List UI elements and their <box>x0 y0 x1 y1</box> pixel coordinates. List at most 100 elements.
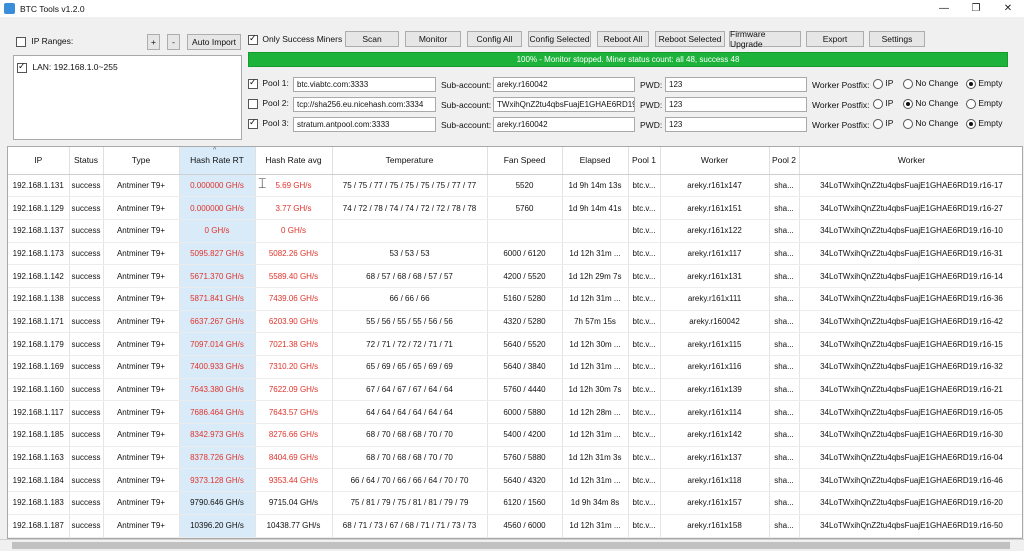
pool-3-postfix-nochange[interactable]: No Change <box>903 118 958 129</box>
table-row[interactable]: 192.168.1.179 success Antminer T9+ 7097.014… <box>8 332 1022 356</box>
col-worker2[interactable]: Worker <box>799 147 1022 175</box>
only-success-wrap[interactable]: Only Success Miners <box>248 33 342 45</box>
col-ip[interactable]: IP <box>8 147 70 175</box>
only-success-checkbox[interactable] <box>248 33 258 45</box>
table-cell: success <box>69 355 104 379</box>
table-row[interactable]: 192.168.1.131 success Antminer T9+ 0.000000… <box>8 174 1022 198</box>
horizontal-scrollbar[interactable] <box>0 539 1024 551</box>
table-cell: 34LoTWxihQnZ2tu4qbsFuajE1GHAE6RD19.r16-4… <box>799 310 1022 334</box>
pool-3-postfix-ip[interactable]: IP <box>873 118 893 129</box>
reboot-selected-button[interactable]: Reboot Selected <box>655 31 725 47</box>
range-item[interactable]: LAN: 192.168.1.0~255 <box>14 56 241 79</box>
pool-2-postfix-ip[interactable]: IP <box>873 98 893 109</box>
add-range-button[interactable]: + <box>147 34 160 50</box>
col-hashrate-rt[interactable]: Hash Rate RT <box>179 147 256 175</box>
pool-3-pwd-input[interactable]: 123 <box>665 117 807 132</box>
table-cell: 0.000000 GH/s <box>179 196 256 220</box>
col-pool1[interactable]: Pool 1 <box>628 147 661 175</box>
pool-3-url-input[interactable]: stratum.antpool.com:3333 <box>293 117 436 132</box>
pool-1-postfix-nochange[interactable]: No Change <box>903 78 958 89</box>
table-row[interactable]: 192.168.1.184 success Antminer T9+ 9373.128… <box>8 468 1022 493</box>
table-cell: 1d 12h 31m ... <box>562 242 629 266</box>
reboot-all-button[interactable]: Reboot All <box>597 31 649 47</box>
table-cell: sha... <box>769 378 800 402</box>
table-cell: sha... <box>769 196 800 220</box>
pool-1-url-input[interactable]: btc.viabtc.com:3333 <box>293 77 436 92</box>
pool-1-checkbox-wrap[interactable]: Pool 1: <box>248 77 289 89</box>
pool-3-checkbox[interactable] <box>248 117 258 129</box>
minimize-icon[interactable]: — <box>928 0 960 17</box>
firmware-upgrade-button[interactable]: Firmware Upgrade <box>729 29 801 49</box>
close-icon[interactable]: ✕ <box>992 0 1024 17</box>
table-cell: areky.r160042 <box>660 310 770 334</box>
pool-1-postfix-ip[interactable]: IP <box>873 78 893 89</box>
table-row[interactable]: 192.168.1.163 success Antminer T9+ 8378.726… <box>8 446 1022 470</box>
col-status[interactable]: Status <box>69 147 104 175</box>
table-row[interactable]: 192.168.1.185 success Antminer T9+ 8342.973… <box>8 423 1022 447</box>
table-cell: 192.168.1.117 <box>8 400 70 425</box>
table-cell: 6637.267 GH/s <box>179 310 256 334</box>
table-cell: sha... <box>769 491 800 515</box>
table-cell: 192.168.1.138 <box>8 287 70 311</box>
table-row[interactable]: 192.168.1.169 success Antminer T9+ 7400.933… <box>8 355 1022 379</box>
pool-2-postfix-empty[interactable]: Empty <box>966 98 1002 109</box>
col-worker1[interactable]: Worker <box>660 147 770 175</box>
table-row[interactable]: 192.168.1.117 success Antminer T9+ 7686.464… <box>8 400 1022 425</box>
remove-range-button[interactable]: - <box>167 34 180 50</box>
table-cell: 55 / 56 / 55 / 55 / 56 / 56 <box>332 310 488 334</box>
col-elapsed[interactable]: Elapsed <box>562 147 629 175</box>
table-row[interactable]: 192.168.1.187 success Antminer T9+ 10396.20… <box>8 514 1022 538</box>
table-row[interactable]: 192.168.1.171 success Antminer T9+ 6637.267… <box>8 310 1022 334</box>
pool-2-pwd-input[interactable]: 123 <box>665 97 807 112</box>
col-type[interactable]: Type <box>103 147 180 175</box>
table-cell: 7439.06 GH/s <box>255 287 333 311</box>
pool-1-sub-input[interactable]: areky.r160042 <box>493 77 635 92</box>
pool-3-postfix-empty[interactable]: Empty <box>966 118 1002 129</box>
settings-button[interactable]: Settings <box>869 31 925 47</box>
table-row[interactable]: 192.168.1.183 success Antminer T9+ 9790.646… <box>8 491 1022 515</box>
col-temperature[interactable]: Temperature <box>332 147 488 175</box>
export-button[interactable]: Export <box>806 31 864 47</box>
table-row[interactable]: 192.168.1.138 success Antminer T9+ 5871.841… <box>8 287 1022 311</box>
horizontal-scroll-thumb[interactable] <box>12 542 1010 549</box>
pool-2-url-input[interactable]: tcp://sha256.eu.nicehash.com:3334 <box>293 97 436 112</box>
table-row[interactable]: 192.168.1.160 success Antminer T9+ 7643.380… <box>8 378 1022 402</box>
ip-ranges-checkbox-wrap[interactable]: IP Ranges: <box>16 36 73 47</box>
table-cell: Antminer T9+ <box>103 242 180 266</box>
col-fan-speed[interactable]: Fan Speed <box>487 147 563 175</box>
ip-range-list[interactable]: LAN: 192.168.1.0~255 <box>13 55 242 140</box>
table-cell: 68 / 71 / 73 / 67 / 68 / 71 / 71 / 73 / … <box>332 514 488 538</box>
pool-1-checkbox[interactable] <box>248 77 258 89</box>
table-cell: areky.r161x122 <box>660 219 770 243</box>
pool-2-postfix-nochange[interactable]: No Change <box>903 98 958 109</box>
pool-2-checkbox-wrap[interactable]: Pool 2: <box>248 98 289 109</box>
pool-2-checkbox[interactable] <box>248 98 258 109</box>
miner-table[interactable]: IP Status Type Hash Rate RT Hash Rate av… <box>7 146 1023 539</box>
col-pool2[interactable]: Pool 2 <box>769 147 800 175</box>
ip-ranges-checkbox[interactable] <box>16 36 26 47</box>
restore-icon[interactable]: ❐ <box>960 0 992 17</box>
pool-2-sub-input[interactable]: TWxihQnZ2tu4qbsFuajE1GHAE6RD19 <box>493 97 635 112</box>
scan-button[interactable]: Scan <box>345 31 399 47</box>
table-cell: btc.v... <box>628 491 661 515</box>
col-hashrate-avg[interactable]: Hash Rate avg <box>255 147 333 175</box>
pool-1-pwd-input[interactable]: 123 <box>665 77 807 92</box>
pool-3-checkbox-wrap[interactable]: Pool 3: <box>248 117 289 129</box>
auto-import-button[interactable]: Auto Import <box>187 34 241 50</box>
table-row[interactable]: 192.168.1.173 success Antminer T9+ 5095.827… <box>8 242 1022 266</box>
pool-2-postfix-label: Worker Postfix: <box>812 100 870 110</box>
config-all-button[interactable]: Config All <box>467 31 522 47</box>
table-row[interactable]: 192.168.1.129 success Antminer T9+ 0.000000… <box>8 196 1022 220</box>
table-row[interactable]: 192.168.1.142 success Antminer T9+ 5671.370… <box>8 264 1022 288</box>
range-item-checkbox[interactable] <box>17 61 27 73</box>
pool-3-sub-input[interactable]: areky.r160042 <box>493 117 635 132</box>
table-cell: 1d 12h 31m 3s <box>562 446 629 470</box>
config-selected-button[interactable]: Config Selected <box>528 31 591 47</box>
monitor-button[interactable]: Monitor <box>405 31 461 47</box>
table-row[interactable]: 192.168.1.137 success Antminer T9+ 0 GH/s 0 … <box>8 219 1022 243</box>
table-cell: 7643.380 GH/s <box>179 378 256 402</box>
table-cell: 8342.973 GH/s <box>179 423 256 447</box>
pool-1-postfix-empty[interactable]: Empty <box>966 78 1002 89</box>
table-cell: success <box>69 242 104 266</box>
table-cell: success <box>69 219 104 243</box>
